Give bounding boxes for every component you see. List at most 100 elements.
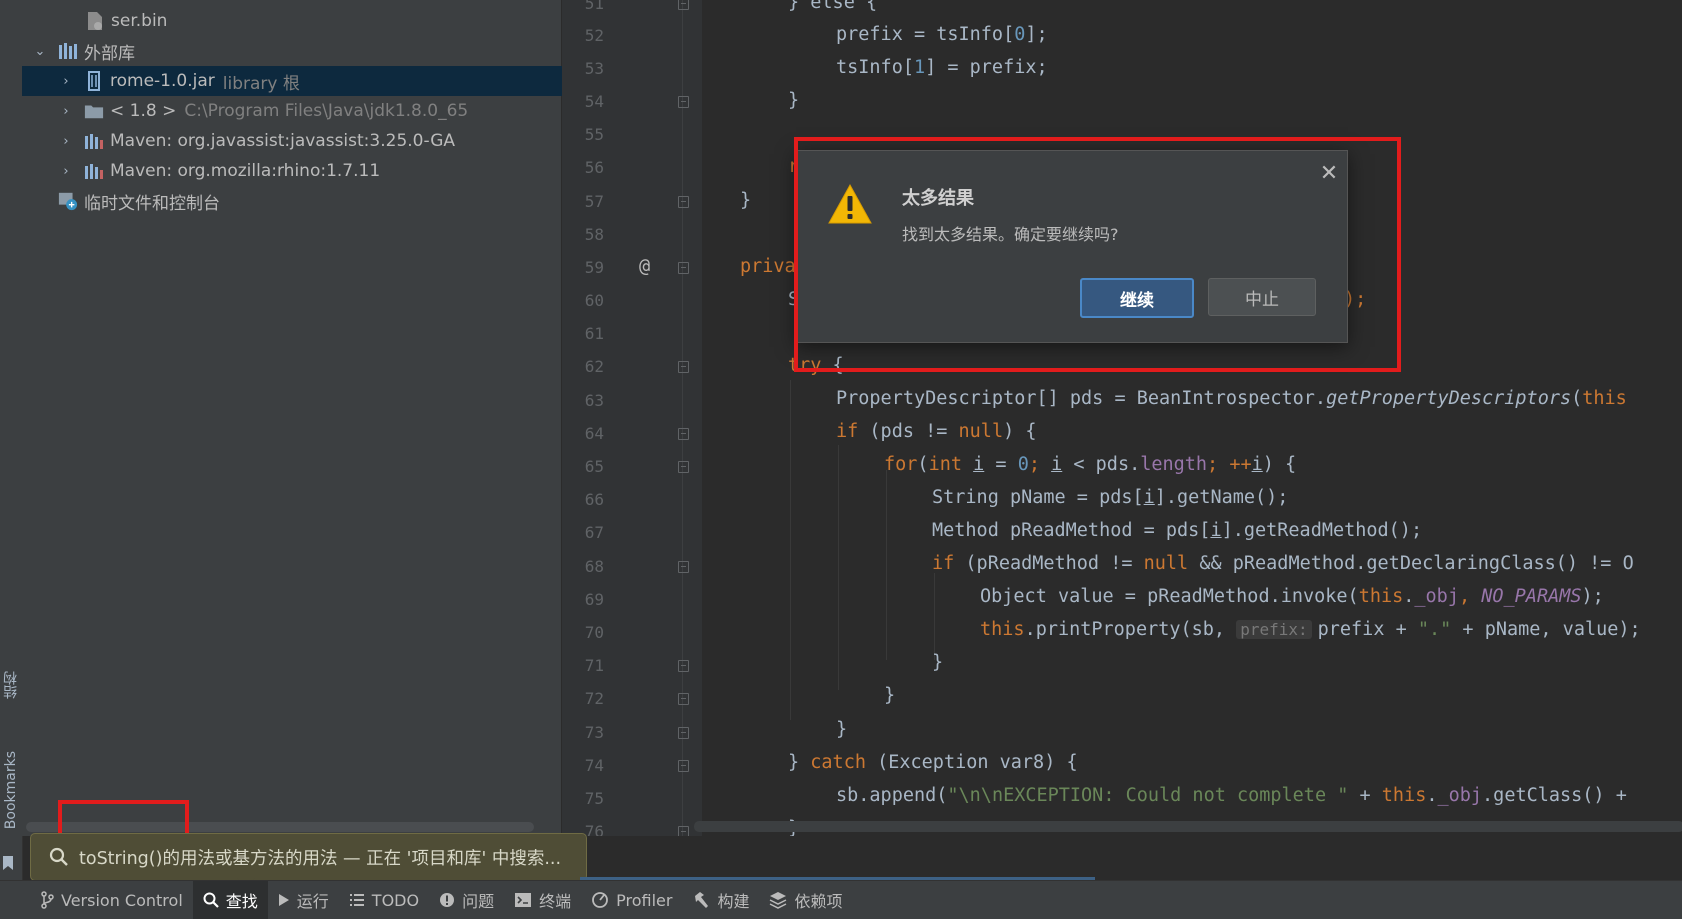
code-token: ; ++: [1207, 454, 1252, 475]
code-token: this: [980, 619, 1025, 640]
code-line: priva: [740, 256, 796, 277]
fold-marker[interactable]: [678, 0, 689, 10]
code-token: 0: [1017, 454, 1029, 475]
code-token: < pds.: [1062, 454, 1141, 475]
chevron-down-icon[interactable]: ⌄: [32, 44, 48, 59]
bottom-tool-bar: Version Control 查找 运行 TODO 问题 终端 Profile…: [0, 880, 1682, 919]
code-line: Method pReadMethod = pds[i].getReadMetho…: [932, 520, 1422, 541]
code-token: _obj: [1437, 785, 1483, 806]
code-token: (: [1571, 388, 1583, 409]
code-token: (pReadMethod !=: [954, 553, 1144, 574]
chevron-right-icon[interactable]: ›: [58, 134, 74, 149]
fold-marker[interactable]: [678, 461, 689, 473]
code-token: if: [836, 421, 859, 442]
line-number: 51: [584, 0, 604, 13]
fold-marker[interactable]: [678, 693, 689, 705]
tree-item-label: ser.bin: [111, 11, 168, 31]
code-token: (pds !=: [858, 421, 959, 442]
code-token: }: [788, 752, 811, 773]
line-number: 52: [584, 26, 604, 45]
indent-guide: [838, 445, 839, 690]
jar-icon: [84, 71, 104, 91]
tab-terminal[interactable]: 终端: [504, 881, 581, 919]
fold-marker[interactable]: [678, 96, 689, 108]
gutter-divider: [682, 0, 683, 836]
tree-item-jdk[interactable]: › < 1.8 > C:\Program Files\Java\jdk1.8.0…: [22, 96, 597, 126]
code-token: getPropertyDescriptors: [1326, 388, 1572, 409]
code-token: Method pReadMethod = pds[: [932, 520, 1211, 541]
line-number: 69: [584, 590, 604, 609]
line-number: 73: [584, 723, 604, 742]
code-line: }: [932, 652, 943, 673]
search-progress-popup[interactable]: toString()的用法或基方法的用法 — 正在 '项目和库' 中搜索...: [30, 833, 587, 881]
project-tree-panel: ser.bin ⌄ 外部库 › rome-1.0.jar library 根 ›…: [22, 0, 597, 836]
tree-item-label: Maven: org.javassist:javassist:3.25.0-GA: [110, 131, 456, 151]
fold-marker[interactable]: [678, 727, 689, 739]
tab-label: 构建: [717, 892, 750, 911]
indent-guide: [790, 380, 791, 720]
line-number: 66: [584, 490, 604, 509]
line-number: 67: [584, 523, 604, 542]
override-annotation-marker[interactable]: @: [639, 256, 650, 277]
chevron-right-icon[interactable]: ›: [58, 74, 74, 89]
fold-marker[interactable]: [678, 760, 689, 772]
line-number: 53: [584, 59, 604, 78]
code-line: String pName = pds[i].getName();: [932, 487, 1288, 508]
code-line: tsInfo[1] = prefix;: [836, 57, 1048, 78]
tree-item-scratches[interactable]: 临时文件和控制台: [22, 186, 597, 216]
tab-profiler[interactable]: Profiler: [581, 881, 682, 919]
code-token: String pName = pds[: [932, 487, 1144, 508]
code-line: }: [884, 685, 895, 706]
code-token: i: [1051, 454, 1063, 475]
code-token: null: [1143, 553, 1189, 574]
code-token: );: [1581, 586, 1604, 607]
tab-build[interactable]: 构建: [682, 881, 759, 919]
tab-version-control[interactable]: Version Control: [30, 881, 193, 919]
bookmarks-tab[interactable]: Bookmarks: [0, 735, 22, 845]
code-editor[interactable]: 51 52 53 54 55 56 57 58 59 60 61 62 63 6…: [562, 0, 1682, 836]
chevron-right-icon[interactable]: ›: [58, 164, 74, 179]
tab-problems[interactable]: 问题: [429, 881, 504, 919]
fold-marker[interactable]: [678, 361, 689, 373]
tab-todo[interactable]: TODO: [339, 881, 429, 919]
fold-marker[interactable]: [678, 196, 689, 208]
fold-marker[interactable]: [678, 660, 689, 672]
fold-marker[interactable]: [678, 826, 689, 836]
tree-item-maven-rhino[interactable]: › Maven: org.mozilla:rhino:1.7.11: [22, 156, 597, 186]
tree-item-label: Maven: org.mozilla:rhino:1.7.11: [110, 161, 381, 181]
code-token: && pReadMethod.getDeclaringClass() != O: [1188, 553, 1634, 574]
tab-dependencies[interactable]: 依赖项: [759, 881, 852, 919]
tree-item-rome-jar[interactable]: › rome-1.0.jar library 根: [22, 66, 597, 96]
line-number: 61: [584, 324, 604, 343]
tree-item-external-libraries[interactable]: ⌄ 外部库: [22, 36, 571, 66]
tab-find[interactable]: 查找: [192, 881, 268, 919]
editor-horizontal-scrollbar[interactable]: [694, 821, 1682, 832]
library-icon: [58, 41, 78, 61]
fold-marker[interactable]: [678, 262, 689, 274]
code-token: .: [1426, 785, 1438, 806]
tree-item-ser-bin[interactable]: ser.bin: [22, 6, 624, 36]
line-number: 68: [584, 557, 604, 576]
hammer-icon: [692, 891, 710, 909]
code-token: }: [884, 685, 896, 706]
branch-icon: [40, 891, 54, 909]
line-number: 71: [584, 656, 604, 675]
code-token: i: [1251, 454, 1263, 475]
jdk-folder-icon: [84, 101, 104, 121]
tab-label: Profiler: [616, 890, 673, 910]
code-token: null: [958, 421, 1004, 442]
tab-run[interactable]: 运行: [268, 881, 339, 919]
tree-item-maven-javassist[interactable]: › Maven: org.javassist:javassist:3.25.0-…: [22, 126, 597, 156]
fold-marker[interactable]: [678, 561, 689, 573]
code-token: i: [1210, 520, 1222, 541]
code-line: if (pReadMethod != null && pReadMethod.g…: [932, 553, 1634, 574]
code-token: (: [917, 454, 929, 475]
structure-tab[interactable]: 结构: [0, 650, 22, 720]
code-token: ;: [1028, 454, 1052, 475]
line-number: 56: [584, 158, 604, 177]
chevron-right-icon[interactable]: ›: [58, 104, 74, 119]
code-line: if (pds != null) {: [836, 421, 1037, 442]
fold-marker[interactable]: [678, 428, 689, 440]
layers-icon: [769, 891, 787, 909]
